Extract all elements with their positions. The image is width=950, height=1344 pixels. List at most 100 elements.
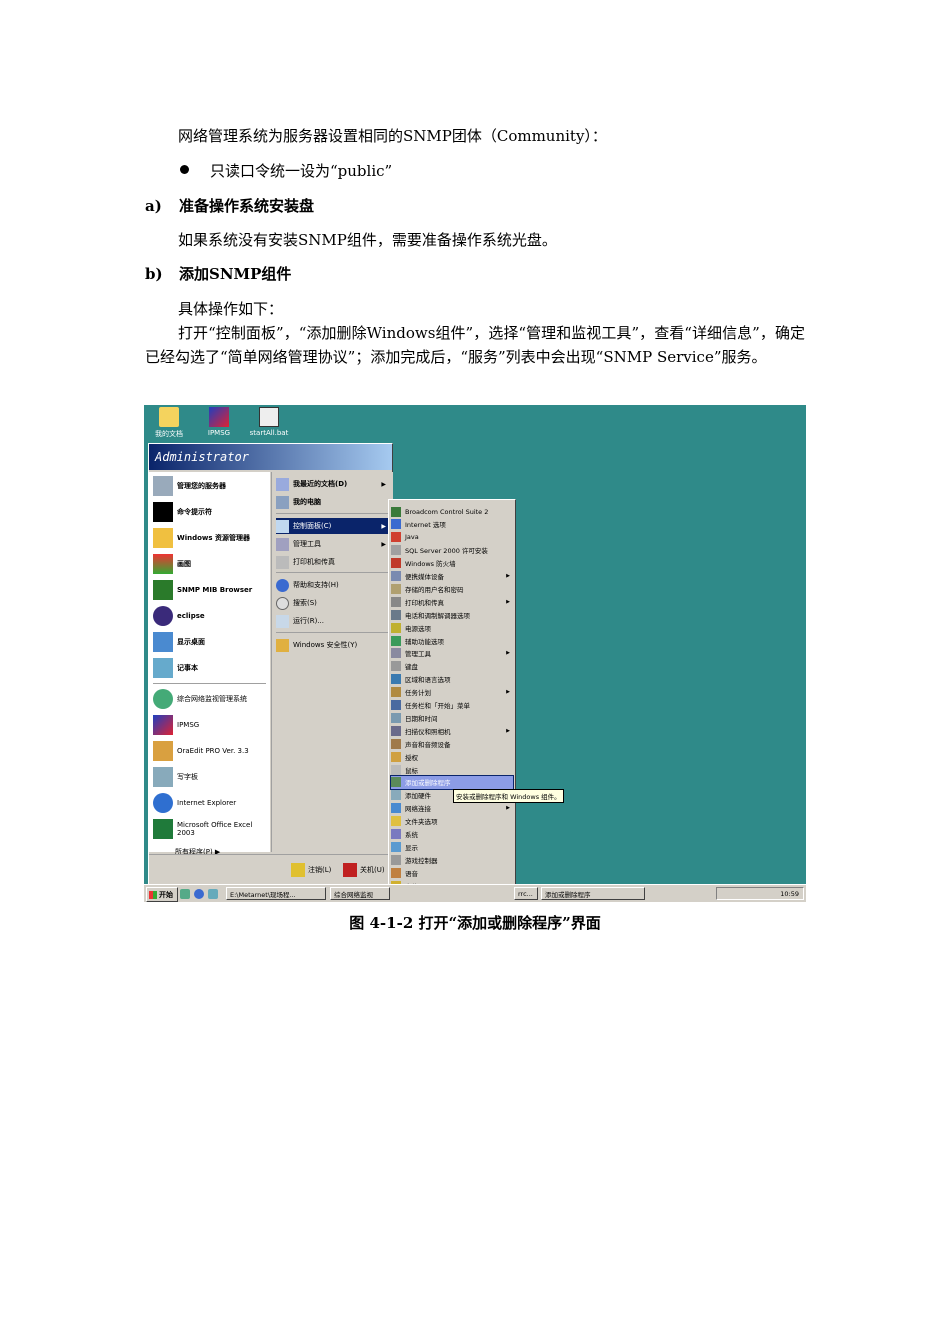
desktop-quick-launch-icon[interactable]	[208, 889, 218, 899]
start-item-run[interactable]: 运行(R)...	[276, 613, 388, 629]
item-label: 综合网络监视管理系统	[177, 695, 247, 703]
start-menu-divider	[276, 632, 388, 633]
item-label: Windows 安全性(Y)	[293, 641, 358, 649]
wordpad-icon	[153, 767, 173, 787]
quick-launch-icon[interactable]	[180, 889, 190, 899]
recent-docs-icon	[276, 477, 289, 491]
lock-icon	[276, 638, 289, 652]
start-item-ipmsg[interactable]: IPMSG	[153, 713, 199, 737]
chevron-right-icon: ▶	[506, 650, 510, 657]
control-panel-item-label: 游戏控制器	[405, 856, 438, 865]
start-menu-footer: 注销(L) 关机(U)	[149, 854, 392, 885]
control-panel-item[interactable]: 打印机和传真 ▶	[391, 595, 513, 608]
control-panel-item-icon	[391, 790, 401, 801]
control-panel-item[interactable]: 存储的用户名和密码	[391, 582, 513, 595]
start-button[interactable]: 开始	[146, 887, 178, 902]
control-panel-item[interactable]: 日期和时间	[391, 711, 513, 724]
desktop-icon-documents[interactable]: 我的文档	[147, 407, 191, 439]
desktop-icon-startall[interactable]: startAll.bat	[247, 407, 291, 437]
control-panel-item[interactable]: 任务栏和「开始」菜单	[391, 699, 513, 712]
heading-a: a) 准备操作系统安装盘	[145, 194, 314, 218]
item-label: OraEdit PRO Ver. 3.3	[177, 747, 249, 755]
start-item-network-monitor[interactable]: 综合网络监视管理系统	[153, 687, 247, 711]
control-panel-item-icon	[391, 558, 401, 569]
start-item-wordpad[interactable]: 写字板	[153, 765, 198, 789]
control-panel-item[interactable]: 扫描仪和照相机 ▶	[391, 724, 513, 737]
start-item-manage-server[interactable]: 管理您的服务器	[153, 474, 226, 498]
start-item-ie[interactable]: Internet Explorer	[153, 791, 236, 815]
control-panel-item[interactable]: 文件夹选项	[391, 815, 513, 828]
ie-quick-launch-icon[interactable]	[194, 889, 204, 899]
control-panel-item[interactable]: 便携媒体设备 ▶	[391, 570, 513, 583]
control-panel-item[interactable]: 授权	[391, 750, 513, 763]
item-label: Microsoft Office Excel 2003	[177, 821, 253, 837]
control-panel-item[interactable]: 电话和调制解调器选项	[391, 608, 513, 621]
desktop-icon-label: 我的文档	[155, 430, 183, 438]
start-item-my-computer[interactable]: 我的电脑	[276, 494, 388, 510]
control-panel-item[interactable]: 区域和语言选项	[391, 673, 513, 686]
explorer-icon	[153, 528, 173, 548]
control-panel-item[interactable]: 电源选项	[391, 621, 513, 634]
control-panel-item[interactable]: 网络连接 ▶	[391, 802, 513, 815]
control-panel-item[interactable]: 游戏控制器	[391, 853, 513, 866]
control-panel-item[interactable]: 任务计划 ▶	[391, 686, 513, 699]
run-icon	[276, 614, 289, 628]
control-panel-item-label: 扫描仪和照相机	[405, 727, 451, 736]
shutdown-button[interactable]: 关机(U)	[343, 863, 385, 877]
control-panel-item-icon	[391, 803, 401, 814]
control-panel-item[interactable]: 系统	[391, 828, 513, 841]
start-item-notepad[interactable]: 记事本	[153, 656, 198, 680]
start-item-show-desktop[interactable]: 显示桌面	[153, 630, 205, 654]
control-panel-item[interactable]: 管理工具 ▶	[391, 647, 513, 660]
control-panel-item-icon	[391, 841, 401, 852]
start-item-control-panel[interactable]: 控制面板(C) ▶	[276, 518, 388, 534]
start-item-excel[interactable]: Microsoft Office Excel 2003	[153, 817, 265, 841]
control-panel-item[interactable]: 鼠标	[391, 763, 513, 776]
control-panel-item-label: 显示	[405, 843, 418, 852]
control-panel-item-icon	[391, 571, 401, 581]
paint-icon	[153, 554, 173, 574]
start-item-paint[interactable]: 画图	[153, 552, 191, 576]
start-item-mib-browser[interactable]: SNMP MIB Browser	[153, 578, 252, 602]
taskbar-button-add-remove[interactable]: 添加或删除程序	[541, 887, 645, 900]
taskbar-button-network-monitor[interactable]: 综合网络监视	[330, 887, 390, 900]
network-monitor-icon	[153, 689, 173, 709]
start-item-eclipse[interactable]: eclipse	[153, 604, 205, 628]
control-panel-item-label: 区域和语言选项	[405, 676, 451, 685]
start-item-explorer[interactable]: Windows 资源管理器	[153, 526, 250, 550]
logoff-button[interactable]: 注销(L)	[291, 863, 331, 877]
item-label: IPMSG	[177, 721, 200, 729]
control-panel-item-icon	[391, 648, 401, 659]
printer-icon	[276, 555, 289, 569]
start-item-admin-tools[interactable]: 管理工具 ▶	[276, 536, 388, 552]
control-panel-item[interactable]: Broadcom Control Suite 2	[391, 505, 513, 518]
control-panel-item-icon	[391, 596, 401, 607]
control-panel-item[interactable]: 显示	[391, 840, 513, 853]
start-item-recent-docs[interactable]: 我最近的文档(D) ▶	[276, 476, 388, 492]
desktop-icon	[153, 632, 173, 652]
control-panel-item[interactable]: 添加或删除程序	[390, 774, 514, 790]
start-item-search[interactable]: 搜索(S)	[276, 595, 388, 611]
start-item-windows-security[interactable]: Windows 安全性(Y)	[276, 637, 388, 653]
taskbar-button-other[interactable]: rrc...	[514, 887, 538, 900]
control-panel-item-label: 存储的用户名和密码	[405, 585, 464, 594]
start-item-cmd[interactable]: 命令提示符	[153, 500, 212, 524]
control-panel-item[interactable]: 语音	[391, 866, 513, 879]
item-label: 画图	[177, 560, 191, 568]
control-panel-item[interactable]: SQL Server 2000 许可安装	[391, 544, 513, 557]
control-panel-item[interactable]: Internet 选项	[391, 518, 513, 531]
desktop-icon-label: startAll.bat	[249, 429, 289, 437]
start-item-oraedit[interactable]: OraEdit PRO Ver. 3.3	[153, 739, 249, 763]
start-item-printers[interactable]: 打印机和传真	[276, 554, 388, 570]
taskbar-button-explorer[interactable]: E:\Metarnet\现场程...	[226, 887, 326, 900]
key-icon	[291, 863, 305, 877]
control-panel-item-icon	[391, 609, 401, 620]
control-panel-item-label: 日期和时间	[405, 714, 438, 723]
control-panel-item[interactable]: 辅助功能选项	[391, 634, 513, 647]
control-panel-item[interactable]: Windows 防火墙	[391, 557, 513, 570]
control-panel-item[interactable]: Java	[391, 531, 513, 544]
control-panel-item[interactable]: 键盘	[391, 660, 513, 673]
desktop-icon-ipmsg[interactable]: IPMSG	[197, 407, 241, 437]
start-item-help[interactable]: 帮助和支持(H)	[276, 577, 388, 593]
control-panel-item[interactable]: 声音和音频设备	[391, 737, 513, 750]
